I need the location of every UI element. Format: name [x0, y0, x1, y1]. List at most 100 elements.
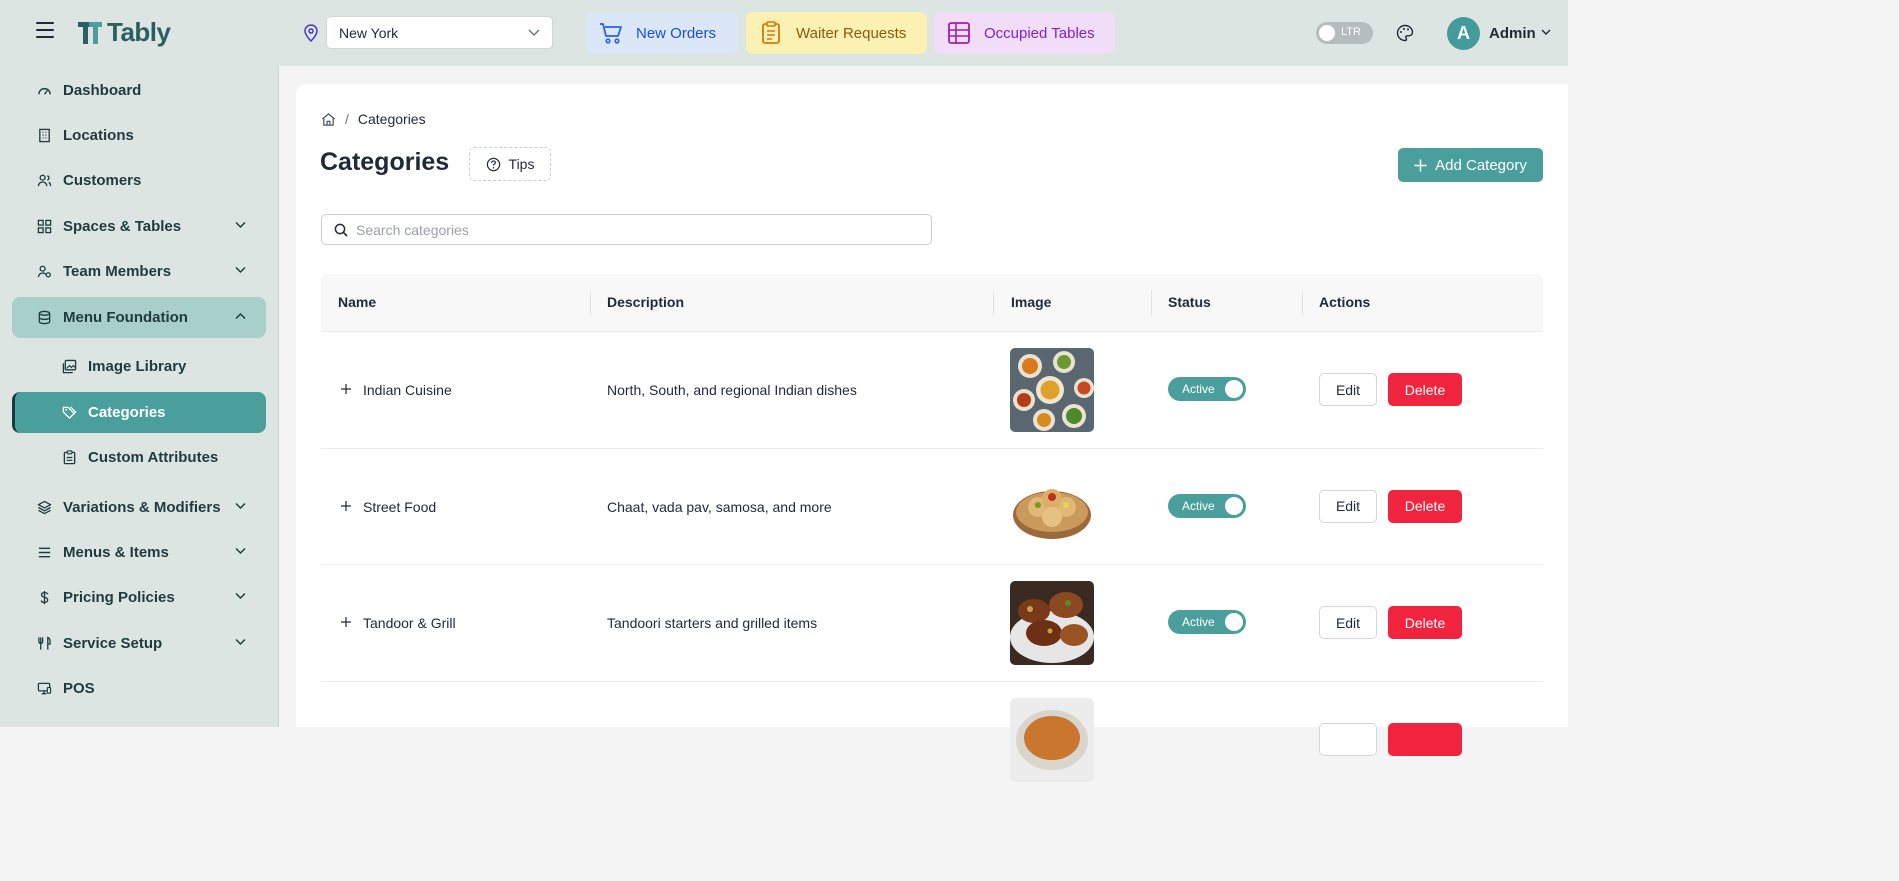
sidebar-item-label: Categories [88, 404, 166, 421]
sidebar-item-label: Dashboard [63, 82, 142, 99]
table-row-partial[interactable] [321, 682, 1543, 799]
sidebar-item-label: Pricing Policies [63, 589, 175, 606]
status-toggle[interactable]: Active [1168, 610, 1246, 634]
gauge-icon [38, 88, 51, 95]
table-row[interactable]: Tandoor & Grill Tandoori starters and gr… [321, 565, 1543, 682]
delete-button[interactable]: Delete [1388, 606, 1462, 639]
sidebar-item-menus-items[interactable]: Menus & Items [12, 532, 266, 573]
tips-button[interactable]: Tips [469, 147, 551, 181]
images-icon [62, 359, 77, 374]
search-box[interactable] [321, 214, 932, 245]
edit-button[interactable]: Edit [1319, 373, 1377, 406]
dollar-icon [40, 590, 49, 605]
location-select-value: New York [339, 24, 399, 41]
category-name: Tandoor & Grill [363, 615, 456, 631]
sidebar-item-categories[interactable]: Categories [12, 392, 266, 433]
status-label: Active [1182, 382, 1215, 396]
page-title: Categories [320, 148, 450, 176]
home-icon[interactable] [321, 112, 336, 127]
sidebar-item-dashboard[interactable]: Dashboard [12, 70, 266, 111]
sidebar-item-label: Locations [63, 127, 134, 144]
sidebar-item-label: Customers [63, 172, 142, 189]
expand-plus-icon[interactable] [339, 499, 353, 513]
sidebar-item-customers[interactable]: Customers [12, 160, 266, 201]
sidebar-item-image-library[interactable]: Image Library [12, 346, 266, 387]
column-divider [993, 290, 994, 316]
delete-button-partial[interactable] [1388, 722, 1462, 756]
delete-button[interactable]: Delete [1388, 373, 1462, 406]
occupied-tables-button[interactable]: Occupied Tables [934, 12, 1115, 54]
chevron-down-icon [528, 29, 540, 36]
team-icon [37, 265, 51, 278]
sidebar-item-label: Spaces & Tables [63, 218, 182, 235]
sidebar-item-locations[interactable]: Locations [12, 115, 266, 156]
edit-button[interactable]: Edit [1319, 489, 1377, 523]
edit-button[interactable]: Edit [1319, 606, 1377, 639]
direction-toggle[interactable]: LTR [1316, 22, 1373, 44]
toggle-knob [1225, 496, 1243, 515]
tandoor-grill-thumbnail [1010, 581, 1094, 665]
direction-toggle-label: LTR [1341, 26, 1361, 38]
search-input[interactable] [356, 221, 916, 238]
sidebar-item-pos[interactable]: POS [12, 668, 266, 709]
palette-icon[interactable] [1396, 24, 1414, 42]
new-orders-button[interactable]: New Orders [586, 12, 738, 54]
occupied-tables-label: Occupied Tables [984, 24, 1095, 42]
sidebar-item-variations-modifiers[interactable]: Variations & Modifiers [12, 487, 266, 528]
column-header-name[interactable]: Name [338, 294, 376, 310]
sidebar-item-spaces-tables[interactable]: Spaces & Tables [12, 206, 266, 247]
new-orders-label: New Orders [636, 24, 717, 42]
category-name: Street Food [363, 498, 437, 515]
waiter-requests-button[interactable]: Waiter Requests [746, 12, 927, 54]
breadcrumb-current: Categories [357, 111, 426, 127]
layers-icon [37, 500, 52, 515]
breadcrumb-separator: / [345, 111, 349, 127]
status-toggle[interactable]: Active [1168, 377, 1246, 401]
status-label: Active [1182, 498, 1215, 513]
tably-logo-icon [78, 21, 102, 44]
clipboard-icon [63, 450, 76, 465]
table-row[interactable]: Indian Cuisine North, South, and regiona… [321, 332, 1543, 449]
toggle-knob [1225, 613, 1243, 631]
category-description: North, South, and regional Indian dishes [607, 382, 857, 398]
sidebar-item-custom-attributes[interactable]: Custom Attributes [12, 437, 266, 478]
sidebar-item-menu-foundation[interactable]: Menu Foundation [12, 297, 266, 338]
app-name: Tably [107, 17, 171, 47]
column-header-actions: Actions [1319, 294, 1371, 310]
delete-button[interactable]: Delete [1388, 489, 1462, 523]
add-category-button[interactable]: Add Category [1398, 148, 1543, 182]
location-select[interactable]: New York [326, 16, 553, 49]
sidebar-item-label: Variations & Modifiers [63, 499, 221, 516]
status-toggle[interactable]: Active [1168, 493, 1246, 518]
sidebar-item-label: Team Members [63, 263, 172, 280]
sidebar-item-team-members[interactable]: Team Members [12, 251, 266, 292]
edit-button-partial[interactable] [1319, 722, 1377, 756]
location-pin-icon [304, 24, 318, 42]
toggle-knob [1319, 25, 1335, 41]
category-name: Indian Cuisine [363, 382, 452, 398]
waiter-requests-label: Waiter Requests [796, 24, 907, 42]
database-icon [38, 310, 51, 325]
column-header-description[interactable]: Description [607, 294, 684, 310]
user-name[interactable]: Admin [1489, 25, 1536, 42]
chevron-up-icon [235, 312, 246, 320]
sidebar-item-service-setup[interactable]: Service Setup [12, 623, 266, 664]
cart-icon [600, 23, 622, 44]
table-header: Name Description Image Status Actions [321, 274, 1543, 332]
sidebar-item-pricing-policies[interactable]: Pricing Policies [12, 577, 266, 618]
search-icon [334, 223, 348, 237]
menu-toggle-icon[interactable] [36, 22, 54, 38]
expand-plus-icon[interactable] [339, 615, 353, 629]
toggle-knob [1225, 380, 1243, 398]
app-logo[interactable]: Tably [76, 17, 171, 48]
expand-plus-icon[interactable] [339, 382, 353, 396]
tags-icon [62, 406, 77, 419]
chevron-down-icon[interactable] [1541, 29, 1551, 36]
chevron-down-icon [235, 221, 246, 229]
table-row[interactable]: Street Food Chaat, vada pav, samosa, and… [321, 449, 1543, 565]
plus-icon [1414, 159, 1427, 171]
add-category-label: Add Category [1435, 156, 1527, 174]
column-header-status[interactable]: Status [1168, 294, 1211, 310]
status-label: Active [1182, 615, 1215, 629]
avatar[interactable]: A [1447, 17, 1480, 50]
